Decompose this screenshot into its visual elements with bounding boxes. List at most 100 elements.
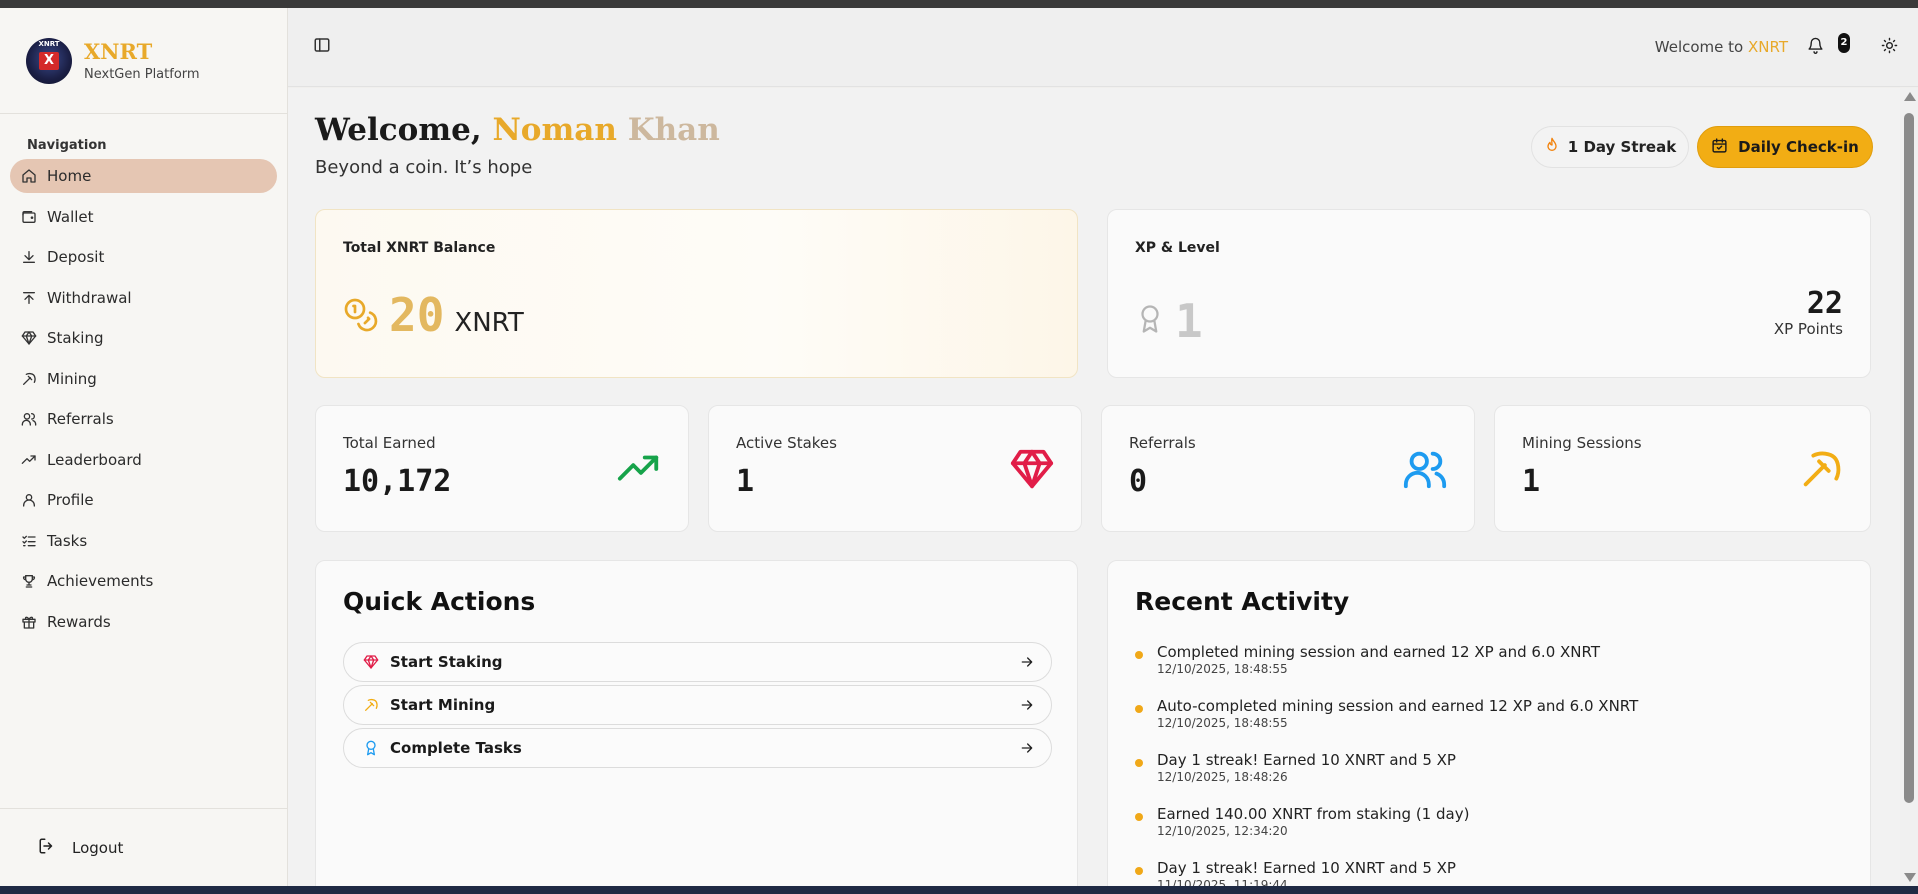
- brand-subtitle: NextGen Platform: [84, 67, 200, 82]
- sidebar-item-label: Withdrawal: [47, 288, 132, 307]
- quick-actions-list: Start Staking Start Mining Complete Task…: [343, 642, 1052, 771]
- gem-icon: [362, 653, 380, 671]
- stat-value: 1: [736, 464, 755, 499]
- activity-text: Day 1 streak! Earned 10 XNRT and 5 XP: [1157, 859, 1456, 877]
- sidebar-item-label: Wallet: [47, 207, 94, 226]
- notification-badge: 2: [1838, 33, 1850, 53]
- brand-logo: XNRT X: [26, 37, 72, 84]
- balance-card: Total XNRT Balance 20 XNRT: [315, 209, 1078, 378]
- sidebar-item-label: Rewards: [47, 612, 111, 631]
- top-header: Welcome to XNRT 2: [288, 8, 1918, 87]
- sidebar-item-label: Leaderboard: [47, 450, 142, 469]
- recent-activity-card: Recent Activity Completed mining session…: [1107, 560, 1871, 886]
- streak-label: 1 Day Streak: [1567, 138, 1677, 156]
- stat-label: Total Earned: [343, 434, 436, 452]
- stat-value: 10,172: [343, 464, 452, 499]
- daily-checkin-button[interactable]: Daily Check-in: [1697, 126, 1873, 168]
- complete-tasks-button[interactable]: Complete Tasks: [343, 728, 1052, 768]
- header-welcome: Welcome to XNRT: [1655, 38, 1788, 56]
- main-scrollbar[interactable]: [1900, 88, 1918, 886]
- flame-icon: [1544, 137, 1568, 157]
- activity-item: Earned 140.00 XNRT from staking (1 day) …: [1135, 804, 1835, 858]
- nav-list: Home Wallet Deposit Withdrawal Staking M…: [0, 159, 287, 639]
- bell-icon: [1807, 37, 1824, 58]
- logout-button[interactable]: Logout: [0, 808, 287, 886]
- activity-dot: [1135, 759, 1143, 767]
- xp-level-card: XP & Level 1 22 XP Points: [1107, 209, 1871, 378]
- xp-level-value: 1: [1175, 294, 1203, 348]
- sidebar-item-label: Home: [47, 167, 92, 185]
- sidebar-item-achievements[interactable]: Achievements: [10, 564, 277, 598]
- user-name: Noman Khan: [492, 112, 719, 148]
- stat-card-total-earned: Total Earned 10,172: [315, 405, 689, 532]
- tagline: Beyond a coin. It’s hope: [315, 157, 533, 178]
- activity-time: 11/10/2025, 11:19:44: [1157, 878, 1288, 886]
- header-welcome-brand: XNRT: [1748, 38, 1788, 56]
- taskbar-strip: [0, 886, 1918, 894]
- browser-top-strip: [0, 0, 1918, 8]
- brand-header: XNRT X XNRT NextGen Platform: [0, 8, 287, 114]
- logout-label: Logout: [72, 838, 124, 857]
- scroll-thumb[interactable]: [1904, 113, 1914, 803]
- nav-heading: Navigation: [27, 138, 107, 153]
- activity-time: 12/10/2025, 18:48:55: [1157, 716, 1288, 730]
- sidebar-item-staking[interactable]: Staking: [10, 321, 277, 355]
- start-mining-button[interactable]: Start Mining: [343, 685, 1052, 725]
- activity-item: Completed mining session and earned 12 X…: [1135, 642, 1835, 696]
- theme-toggle-button[interactable]: [1878, 36, 1900, 58]
- list-checks-icon: [20, 532, 38, 550]
- streak-badge[interactable]: 1 Day Streak: [1531, 126, 1689, 168]
- xp-label: XP & Level: [1135, 240, 1220, 256]
- stat-label: Referrals: [1129, 434, 1196, 452]
- download-icon: [20, 248, 38, 266]
- recent-activity-title: Recent Activity: [1135, 587, 1350, 616]
- stat-card-active-stakes: Active Stakes 1: [708, 405, 1082, 532]
- arrow-right-icon: [1019, 740, 1035, 756]
- logout-icon: [38, 837, 56, 859]
- sidebar-item-withdrawal[interactable]: Withdrawal: [10, 281, 277, 315]
- sidebar-item-leaderboard[interactable]: Leaderboard: [10, 443, 277, 477]
- sidebar-item-referrals[interactable]: Referrals: [10, 402, 277, 436]
- scroll-up-arrow[interactable]: [1904, 92, 1916, 101]
- calendar-check-icon: [1711, 137, 1738, 158]
- sidebar-item-label: Referrals: [47, 410, 114, 428]
- sidebar-toggle-button[interactable]: [312, 37, 332, 57]
- stat-label: Active Stakes: [736, 434, 837, 452]
- activity-time: 12/10/2025, 18:48:26: [1157, 770, 1288, 784]
- sidebar-item-label: Tasks: [47, 531, 88, 550]
- stat-card-mining-sessions: Mining Sessions 1: [1494, 405, 1871, 532]
- activity-time: 12/10/2025, 18:48:55: [1157, 662, 1288, 676]
- activity-text: Completed mining session and earned 12 X…: [1157, 643, 1601, 661]
- user-first-name: Noman: [492, 112, 617, 148]
- gift-icon: [20, 613, 38, 631]
- xp-points-label: XP Points: [1773, 320, 1843, 338]
- quick-actions-title: Quick Actions: [343, 587, 536, 616]
- quick-action-label: Complete Tasks: [390, 739, 522, 757]
- start-staking-button[interactable]: Start Staking: [343, 642, 1052, 682]
- home-icon: [20, 167, 38, 185]
- balance-value: 20: [389, 288, 445, 342]
- notifications-button[interactable]: [1804, 36, 1826, 58]
- stat-card-referrals: Referrals 0: [1101, 405, 1475, 532]
- balance-label: Total XNRT Balance: [343, 240, 496, 256]
- sidebar-item-profile[interactable]: Profile: [10, 483, 277, 517]
- activity-dot: [1135, 705, 1143, 713]
- sidebar-item-wallet[interactable]: Wallet: [10, 200, 277, 234]
- gem-icon: [20, 329, 38, 347]
- sidebar-item-deposit[interactable]: Deposit: [10, 240, 277, 274]
- activity-list: Completed mining session and earned 12 X…: [1135, 642, 1835, 886]
- scroll-down-arrow[interactable]: [1904, 873, 1916, 882]
- sidebar-item-tasks[interactable]: Tasks: [10, 524, 277, 558]
- balance-unit: XNRT: [454, 308, 524, 338]
- quick-actions-card: Quick Actions Start Staking Start Mining…: [315, 560, 1078, 886]
- checkin-label: Daily Check-in: [1738, 138, 1859, 156]
- users-icon: [1402, 446, 1448, 492]
- sidebar-item-home[interactable]: Home: [10, 159, 277, 193]
- panel-left-icon: [313, 36, 331, 58]
- sidebar-item-mining[interactable]: Mining: [10, 362, 277, 396]
- sidebar-item-rewards[interactable]: Rewards: [10, 605, 277, 639]
- quick-action-label: Start Mining: [390, 696, 496, 714]
- user-icon: [20, 491, 38, 509]
- activity-item: Day 1 streak! Earned 10 XNRT and 5 XP 12…: [1135, 750, 1835, 804]
- page-title: Welcome, Noman Khan: [315, 112, 720, 148]
